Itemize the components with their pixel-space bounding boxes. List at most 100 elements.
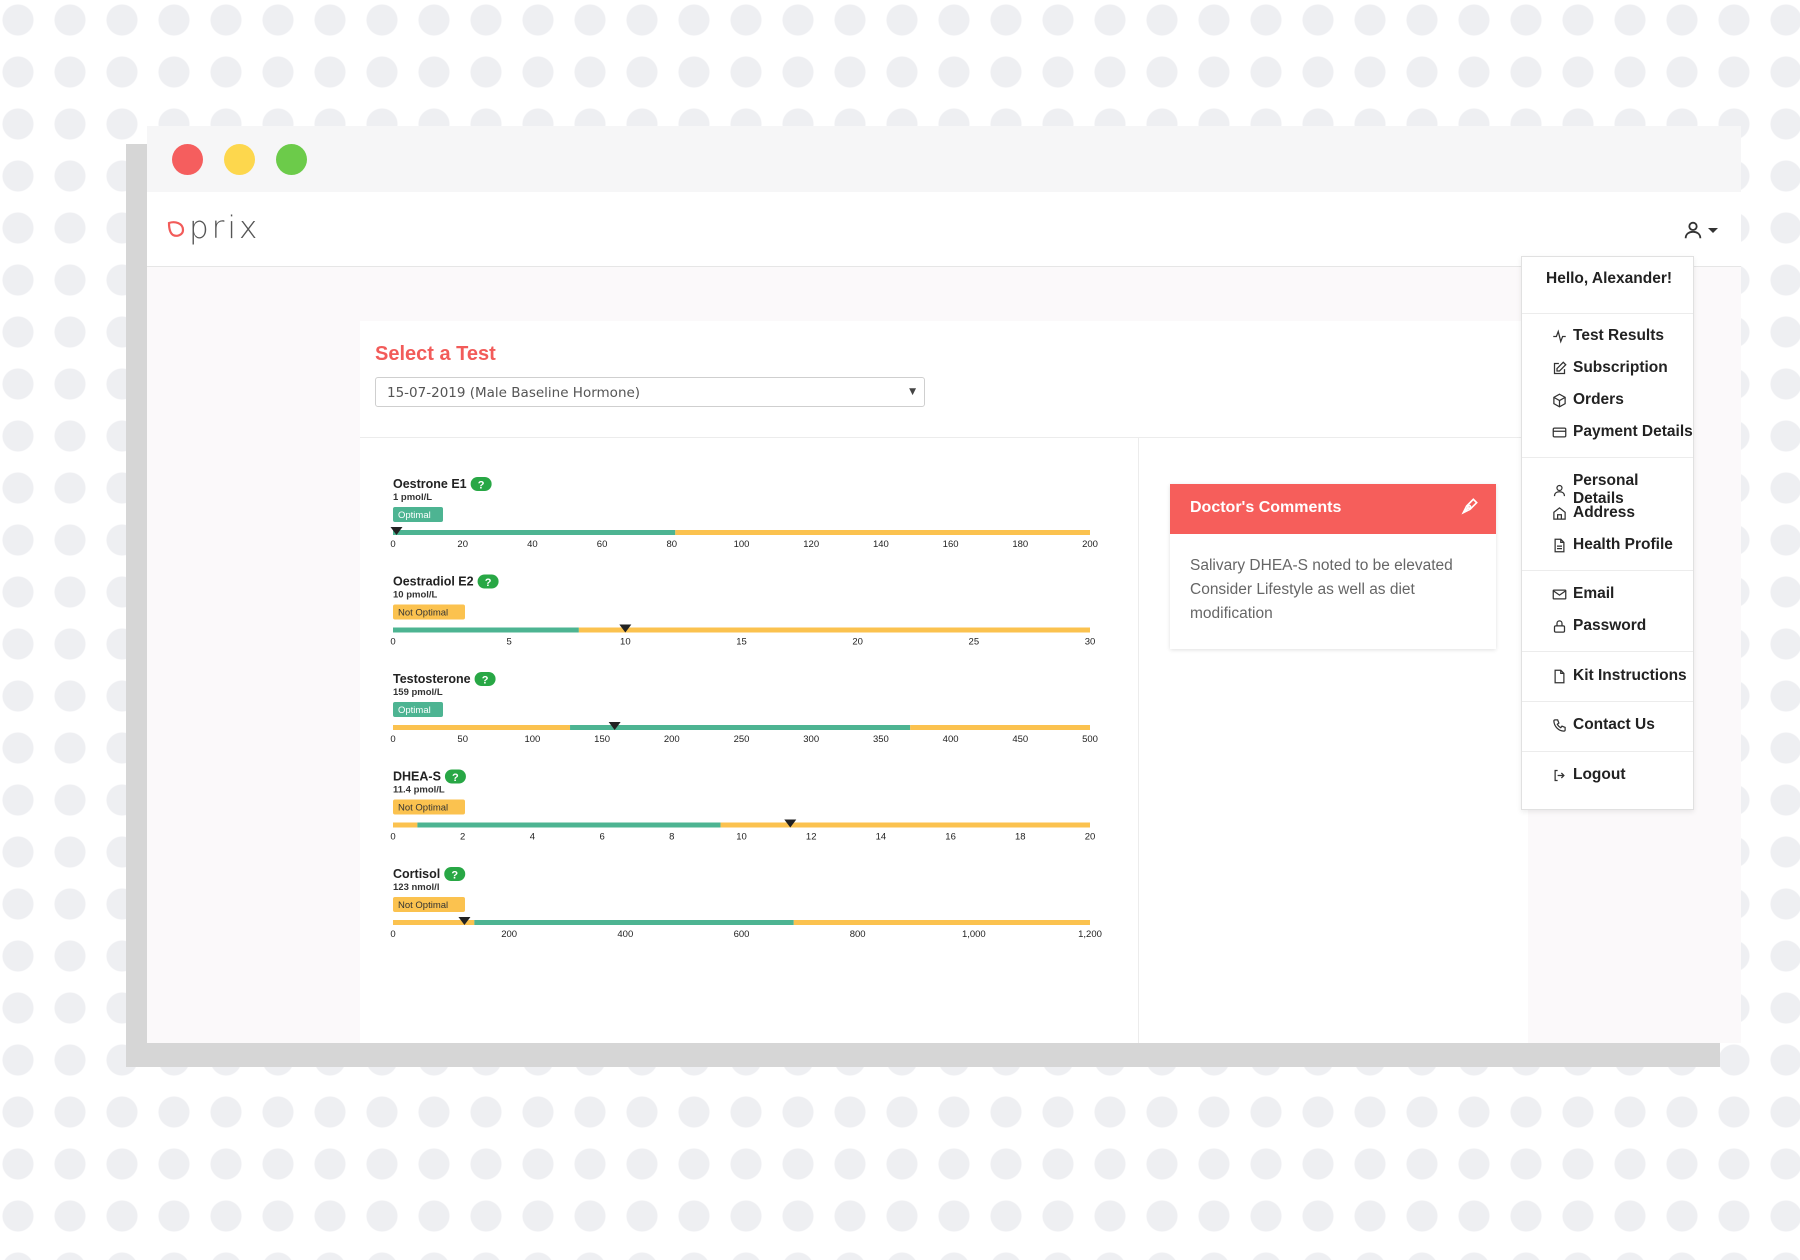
menu-item-contact-us[interactable]: Contact Us xyxy=(1552,716,1655,734)
minimize-button[interactable] xyxy=(224,144,255,175)
tick-label: 400 xyxy=(617,929,633,940)
phone-icon xyxy=(1553,718,1566,732)
menu-item-label: Payment Details xyxy=(1573,423,1693,440)
browser-window: prix Select a Test 15-07-2019 (Male Base… xyxy=(147,126,1741,1043)
doctors-comments-header: Doctor's Comments xyxy=(1170,484,1496,534)
help-icon[interactable]: ? xyxy=(485,577,492,589)
tick-label: 200 xyxy=(664,734,680,745)
close-button[interactable] xyxy=(172,144,203,175)
greeting: Hello, Alexander! xyxy=(1546,270,1673,287)
menu-item-email[interactable]: Email xyxy=(1552,585,1614,603)
menu-item-logout[interactable]: Logout xyxy=(1552,766,1626,784)
range-segment xyxy=(578,627,1090,633)
range-segment xyxy=(417,822,721,828)
select-test-title: Select a Test xyxy=(375,343,496,365)
divider xyxy=(360,437,1528,438)
divider xyxy=(1522,457,1693,458)
doctors-comments-panel: Doctor's Comments Salivary DHEA-S noted … xyxy=(1170,484,1496,649)
top-navbar: prix xyxy=(147,192,1741,267)
tick-label: 0 xyxy=(390,929,395,940)
menu-item-label: Address xyxy=(1573,504,1636,521)
tick-label: 140 xyxy=(873,539,889,550)
hormone-name: DHEA-S xyxy=(393,770,441,784)
menu-item-address[interactable]: Address xyxy=(1552,504,1635,522)
tick-label: 250 xyxy=(734,734,750,745)
edit-icon xyxy=(1553,360,1567,374)
hormone-name: Oestrone E1 xyxy=(393,477,467,491)
credit-card-icon xyxy=(1552,427,1567,437)
menu-item-personal-details[interactable]: Personal Details xyxy=(1552,472,1693,508)
menu-item-label: Test Results xyxy=(1573,327,1665,344)
hormone-value: 159 pmol/L xyxy=(393,687,443,698)
tick-label: 450 xyxy=(1012,734,1028,745)
tick-label: 18 xyxy=(1015,832,1026,843)
tick-label: 60 xyxy=(597,539,608,550)
range-segment xyxy=(393,627,579,633)
activity-icon xyxy=(1553,328,1566,344)
tick-label: 200 xyxy=(501,929,517,940)
user-menu-toggle[interactable] xyxy=(1682,219,1718,241)
help-icon[interactable]: ? xyxy=(478,480,485,492)
menu-item-kit-instructions[interactable]: Kit Instructions xyxy=(1552,667,1687,685)
divider xyxy=(1522,701,1693,702)
menu-item-label: Subscription xyxy=(1573,359,1668,376)
help-icon[interactable]: ? xyxy=(482,675,489,687)
hormone-range-charts: Oestrone E1 ?1 pmol/LOptimal0 20 40 60 80 100 1… xyxy=(390,477,1102,940)
title-bar xyxy=(147,126,1741,192)
mail-icon xyxy=(1552,589,1567,599)
status-badge-label: Not Optimal xyxy=(398,608,448,619)
tick-label: 12 xyxy=(806,832,817,843)
tick-label: 16 xyxy=(945,832,956,843)
tick-label: 2 xyxy=(460,832,465,843)
range-segment xyxy=(474,920,794,925)
brand-logo[interactable]: prix xyxy=(167,210,260,246)
pen-icon[interactable] xyxy=(1460,496,1480,516)
menu-item-payment-details[interactable]: Payment Details xyxy=(1552,423,1693,441)
tick-label: 40 xyxy=(527,539,538,550)
menu-item-orders[interactable]: Orders xyxy=(1552,391,1624,409)
tick-label: 10 xyxy=(736,832,747,843)
menu-item-label: Health Profile xyxy=(1573,536,1673,553)
menu-item-health-profile[interactable]: Health Profile xyxy=(1552,536,1673,554)
status-badge-label: Not Optimal xyxy=(398,900,448,911)
maximize-button[interactable] xyxy=(276,144,307,175)
help-icon[interactable]: ? xyxy=(452,772,459,784)
hormone-value: 123 nmol/l xyxy=(393,882,439,893)
menu-item-label: Email xyxy=(1573,585,1615,602)
comment-line: Consider Lifestyle as well as diet xyxy=(1190,581,1415,598)
divider xyxy=(1138,438,1139,1043)
user-icon xyxy=(1553,484,1566,496)
menu-item-subscription[interactable]: Subscription xyxy=(1552,359,1668,377)
range-segment xyxy=(675,530,1090,535)
menu-item-label: Kit Instructions xyxy=(1573,667,1687,684)
range-segment xyxy=(393,822,418,828)
doctors-comments-text: Salivary DHEA-S noted to be elevated Con… xyxy=(1190,554,1480,626)
help-icon[interactable]: ? xyxy=(451,870,458,882)
tick-label: 400 xyxy=(943,734,959,745)
tick-label: 4 xyxy=(530,832,535,843)
home-icon xyxy=(1553,506,1566,520)
lock-icon xyxy=(1553,619,1566,633)
test-select[interactable]: 15-07-2019 (Male Baseline Hormone) ▼ xyxy=(375,377,925,407)
tick-label: 5 xyxy=(507,637,512,648)
menu-item-label: Orders xyxy=(1573,391,1624,408)
doctors-comments-title: Doctor's Comments xyxy=(1190,499,1342,516)
tick-label: 300 xyxy=(803,734,819,745)
comment-line: modification xyxy=(1190,605,1273,622)
divider xyxy=(1522,751,1693,752)
tick-label: 0 xyxy=(390,734,395,745)
divider xyxy=(1522,651,1693,652)
hormone-value: 10 pmol/L xyxy=(393,590,438,601)
menu-item-password[interactable]: Password xyxy=(1552,617,1646,635)
comment-line: Salivary DHEA-S noted to be elevated xyxy=(1190,557,1453,574)
menu-item-label: Password xyxy=(1573,617,1647,634)
select-caret-icon: ▼ xyxy=(909,387,916,397)
test-select-value: 15-07-2019 (Male Baseline Hormone) xyxy=(387,385,641,401)
log-out-icon xyxy=(1554,769,1565,781)
tick-label: 1,000 xyxy=(962,929,986,940)
menu-item-test-results[interactable]: Test Results xyxy=(1552,327,1664,345)
tick-label: 30 xyxy=(1085,637,1096,648)
divider xyxy=(1522,313,1693,314)
tick-label: 350 xyxy=(873,734,889,745)
tick-label: 0 xyxy=(390,539,395,550)
